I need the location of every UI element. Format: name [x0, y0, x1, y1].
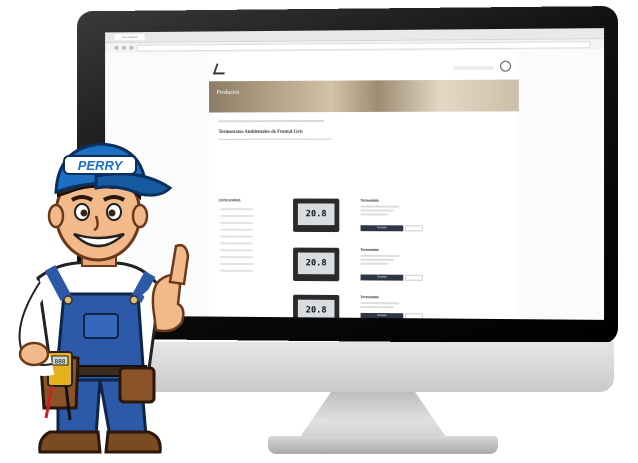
site-search-input[interactable] [453, 65, 494, 71]
buy-button[interactable]: Comprar [360, 225, 404, 232]
product-card[interactable]: 20.8 Termostato Comprar [293, 198, 468, 239]
monitor-stand-neck [298, 392, 448, 440]
product-description [360, 209, 394, 212]
page-content: Productos Termostatos Ambientales de Fro… [209, 49, 519, 320]
product-description [360, 306, 394, 309]
info-button[interactable] [405, 313, 423, 320]
sidebar-item[interactable] [220, 215, 253, 218]
page-title: Termostatos Ambientales de Frontal Gris [218, 129, 303, 135]
hero-banner: Productos [209, 79, 519, 113]
back-icon[interactable] [114, 45, 119, 50]
sidebar-title: CATEGORÍAS [218, 198, 241, 203]
product-thumbnail[interactable]: 20.8 [293, 247, 340, 282]
monitor-stand-base [268, 436, 498, 454]
product-description [360, 254, 400, 257]
forward-icon[interactable] [122, 45, 126, 50]
sidebar-item[interactable] [220, 256, 253, 259]
buy-button[interactable]: Comprar [360, 312, 404, 320]
sidebar-item[interactable] [220, 242, 253, 245]
product-description [360, 262, 388, 265]
product-thumbnail[interactable]: 20.8 [293, 198, 340, 233]
reload-icon[interactable] [129, 45, 134, 50]
cart-icon[interactable] [500, 60, 511, 72]
product-card[interactable]: 20.8 Termostato Comprar [293, 294, 468, 320]
thermostat-display: 20.8 [297, 203, 335, 226]
product-title[interactable]: Termostato [361, 199, 379, 203]
sidebar-item[interactable] [220, 262, 253, 266]
thermostat-display: 20.8 [297, 299, 335, 320]
sidebar-item[interactable] [220, 269, 253, 272]
sidebar-item[interactable] [220, 221, 253, 224]
product-description [360, 258, 394, 261]
browser-tab[interactable]: Termostatos [114, 33, 145, 41]
mascot-plumber: 888 PERRY [0, 118, 210, 458]
sidebar-item[interactable] [220, 235, 253, 238]
thermostat-display: 20.8 [297, 252, 335, 275]
product-title[interactable]: Termostato [361, 248, 379, 252]
buy-button[interactable]: Comprar [360, 274, 404, 281]
product-title[interactable]: Termostato [361, 295, 379, 299]
sidebar-item[interactable] [220, 228, 253, 231]
heading-divider [218, 138, 332, 140]
product-description [360, 213, 388, 216]
product-description [360, 302, 400, 305]
product-card[interactable]: 20.8 Termostato Comprar [293, 247, 468, 288]
info-button[interactable] [405, 274, 423, 281]
multimeter-display: 888 [55, 359, 66, 366]
banner-title: Productos [216, 89, 240, 96]
product-thumbnail[interactable]: 20.8 [293, 294, 340, 320]
sidebar-item[interactable] [220, 208, 253, 211]
cap-logo-text: PERRY [78, 158, 124, 173]
sidebar-item[interactable] [220, 249, 253, 252]
breadcrumb[interactable] [218, 119, 324, 123]
info-button[interactable] [405, 225, 423, 232]
mascot-illustration: 888 PERRY [8, 142, 190, 454]
product-description [360, 205, 400, 208]
site-logo[interactable] [212, 63, 229, 75]
